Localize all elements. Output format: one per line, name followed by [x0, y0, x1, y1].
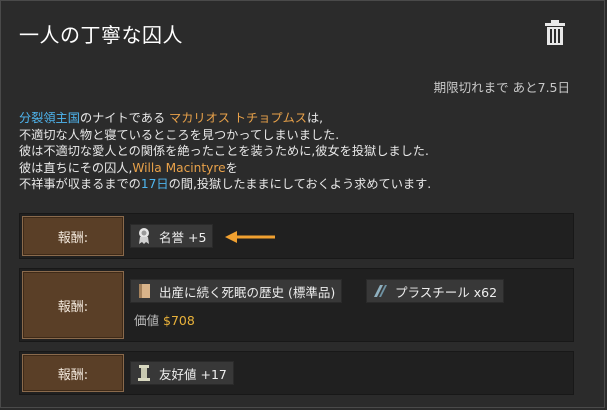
quest-window: 一人の丁寧な囚人 期限切れまで あと7.5日 分裂領主国のナイトである マカリオ… — [0, 0, 605, 408]
description-line-5: 不祥事が収まるまでの17日の間,投獄したままにしておくよう求めています. — [19, 177, 432, 191]
reward-select-button[interactable]: 報酬: — [22, 354, 124, 392]
prisoner-name[interactable]: Willa Macintyre — [132, 161, 225, 175]
description-line-3: 彼は不適切な愛人との関係を絶ったことを装うために,彼女を投獄しました. — [19, 144, 429, 158]
quest-title: 一人の丁寧な囚人 — [19, 23, 183, 47]
reward-item-label: 出産に続く死眠の歴史 (標準品) — [159, 284, 336, 300]
reward-item-label: 友好値 +17 — [159, 366, 227, 382]
trash-icon[interactable] — [543, 19, 567, 47]
arrow-indicator-icon — [223, 228, 277, 246]
description-line-4: 彼は直ちにその囚人,Willa Macintyreを — [19, 160, 238, 175]
reward-value: 価値 $708 — [134, 313, 195, 328]
description-line-1: 分裂領主国のナイトである マカリオス トチョプムスは, — [19, 111, 324, 125]
honor-icon — [135, 227, 153, 245]
reward-item-book: 出産に続く死眠の歴史 (標準品) — [130, 279, 343, 303]
reward-item-label: プラスチール x62 — [395, 284, 498, 300]
reward-select-button[interactable]: 報酬: — [22, 216, 124, 256]
reward-item-label: 名誉 +5 — [159, 229, 207, 245]
days-highlight: 17日 — [140, 177, 169, 191]
reward-item-plasteel: プラスチール x62 — [366, 279, 505, 303]
reward-option-1: 報酬: 名誉 +5 — [19, 213, 574, 259]
deadline-text: 期限切れまで あと7.5日 — [433, 80, 570, 95]
plasteel-icon — [371, 282, 389, 300]
reward-select-button[interactable]: 報酬: — [22, 271, 124, 339]
description-line-2: 不適切な人物と寝ているところを見つかってしまいました. — [19, 127, 340, 142]
book-icon — [135, 282, 153, 300]
reward-item-goodwill: 友好値 +17 — [130, 361, 234, 385]
quest-description: 分裂領主国のナイトである マカリオス トチョプムスは, 不適切な人物と寝ていると… — [19, 110, 594, 193]
reward-value-amount: $708 — [163, 313, 195, 328]
reward-item-honor: 名誉 +5 — [130, 224, 214, 248]
goodwill-icon — [135, 364, 153, 382]
faction-link[interactable]: 分裂領主国 — [19, 111, 80, 125]
person-name[interactable]: マカリオス トチョプムス — [169, 111, 307, 125]
reward-option-2: 報酬: 出産に続く死眠の歴史 (標準品) プラスチール x62 価値 $708 — [19, 268, 574, 342]
reward-option-3: 報酬: 友好値 +17 — [19, 351, 574, 395]
